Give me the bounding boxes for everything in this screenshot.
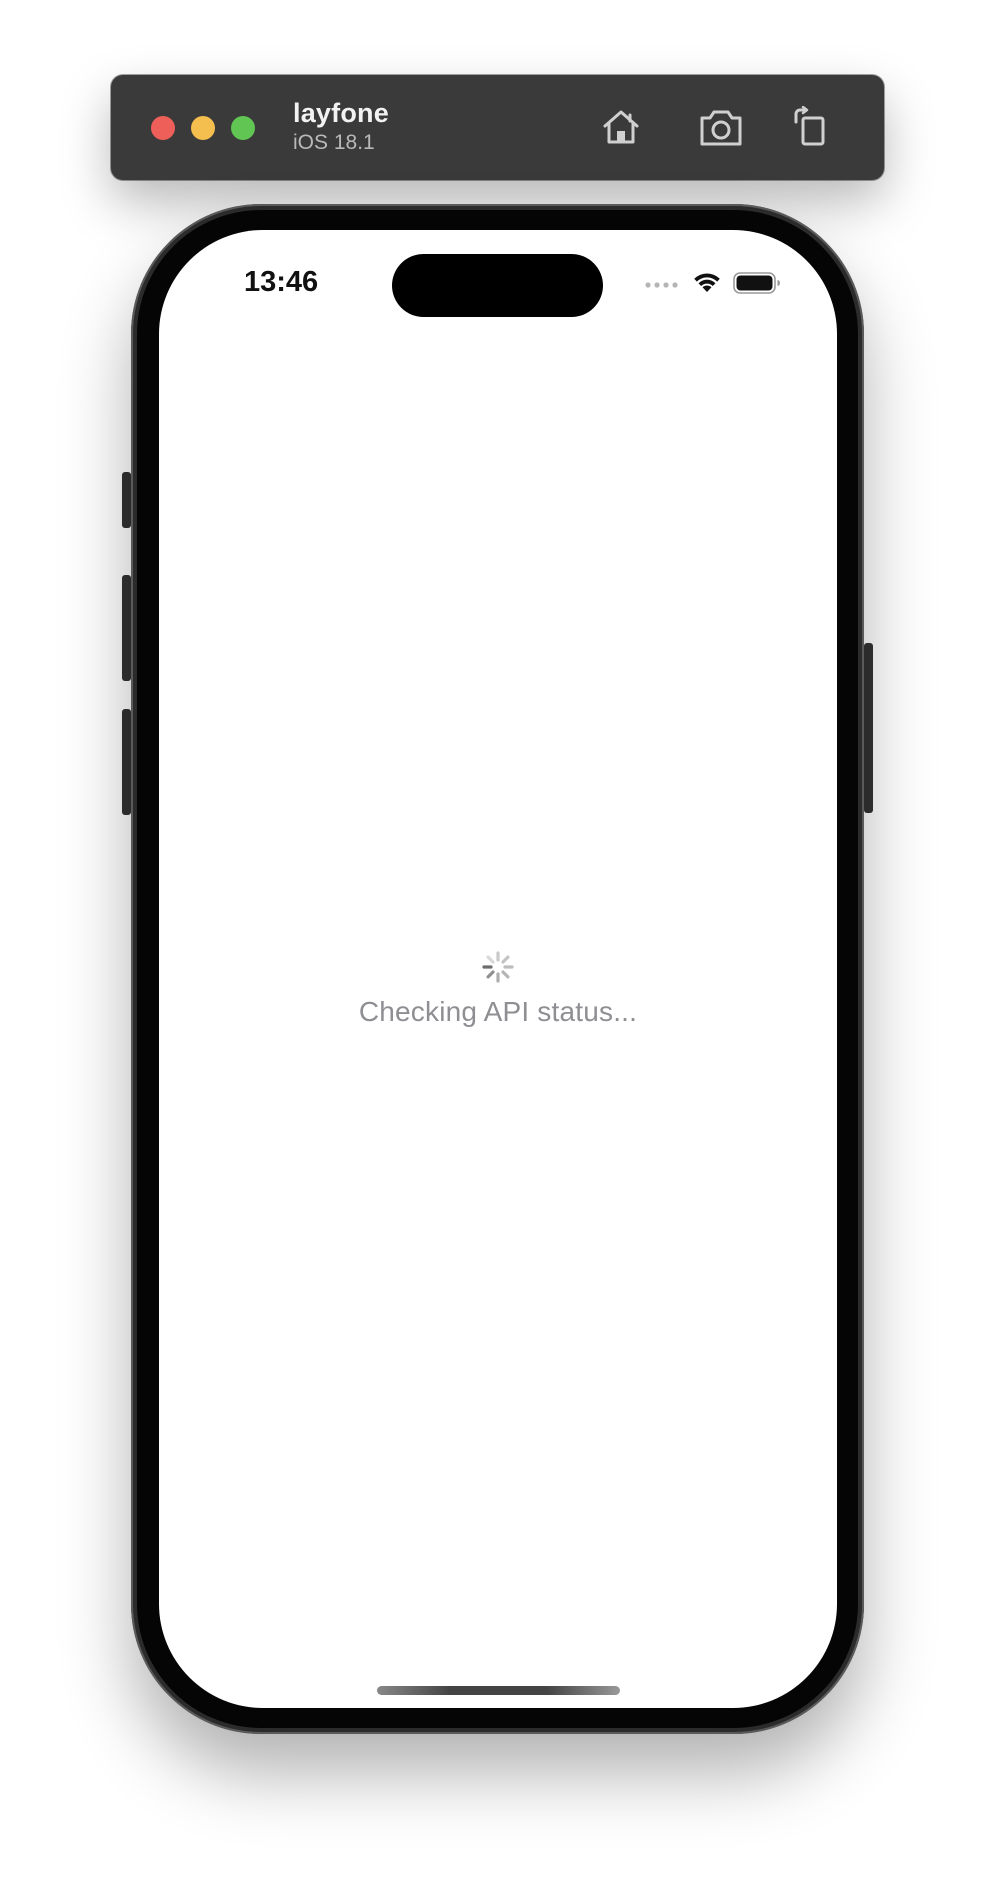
- rotate-icon: [794, 106, 825, 146]
- volume-down-button: [122, 709, 131, 815]
- power-button: [864, 643, 873, 813]
- zoom-window-button[interactable]: [231, 116, 255, 140]
- device-screen[interactable]: 13:46 Checking API status...: [159, 230, 837, 1708]
- device-name: layfone: [293, 98, 389, 128]
- camera-icon: [700, 110, 742, 146]
- home-indicator[interactable]: [377, 1686, 620, 1695]
- close-window-button[interactable]: [151, 116, 175, 140]
- wifi-icon: [694, 273, 720, 292]
- action-button: [122, 472, 131, 528]
- volume-up-button: [122, 575, 131, 681]
- status-time: 13:46: [244, 266, 319, 298]
- home-icon: [603, 110, 639, 144]
- simulator-toolbar: layfone iOS 18.1: [111, 75, 884, 180]
- loading-indicator: Checking API status...: [159, 950, 837, 1028]
- minimize-window-button[interactable]: [191, 116, 215, 140]
- cellular-signal-icon: [645, 282, 678, 288]
- spinner-icon: [482, 951, 514, 983]
- home-button[interactable]: [595, 101, 647, 153]
- loading-status-text: Checking API status...: [358, 996, 638, 1027]
- battery-icon: [733, 272, 780, 294]
- os-version: iOS 18.1: [293, 131, 375, 154]
- screenshot-button[interactable]: [695, 101, 747, 153]
- rotate-button[interactable]: [784, 101, 836, 153]
- status-icons: [645, 270, 785, 296]
- dynamic-island: [392, 254, 603, 317]
